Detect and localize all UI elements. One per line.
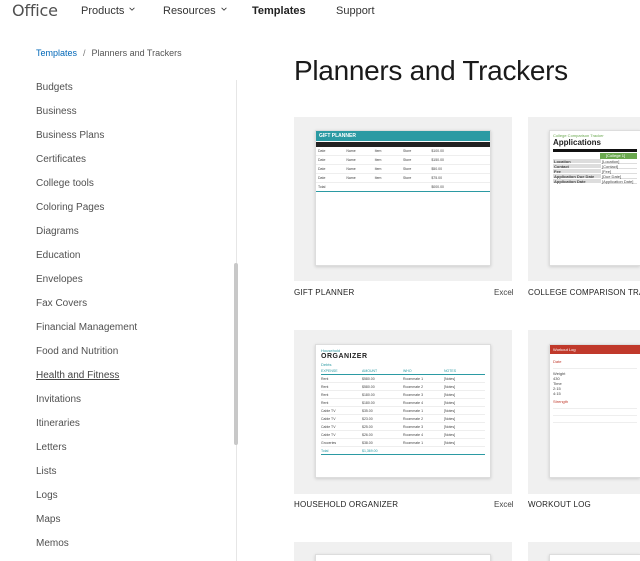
- sidebar-item-college-tools[interactable]: College tools: [36, 178, 94, 189]
- preview-section: Debts: [321, 362, 332, 367]
- table-row: Date Name Item Store $100.00: [316, 147, 490, 156]
- preview-column-header: EXPENSE AMOUNT WHO NOTES: [321, 367, 485, 375]
- table-total-row: Total $1,369.00: [321, 447, 485, 455]
- breadcrumb-templates-link[interactable]: Templates: [36, 48, 77, 58]
- template-thumbnail[interactable]: College Comparison Tracker Applications …: [528, 117, 640, 281]
- sidebar-item-budgets[interactable]: Budgets: [36, 82, 73, 93]
- sidebar-item-certificates[interactable]: Certificates: [36, 154, 86, 165]
- table-row: Date Name Item Store $75.00: [316, 174, 490, 183]
- table-row: Cable TV $25.00 Roommate 3 [Notes]: [321, 423, 485, 431]
- template-thumbnail[interactable]: Workout Log Date Weight 430 Time 2:15 4:…: [528, 330, 640, 494]
- sidebar-item-memos[interactable]: Memos: [36, 538, 69, 549]
- nav-products[interactable]: Products: [81, 5, 136, 17]
- preview-line: [553, 418, 637, 423]
- preview-line: [553, 411, 637, 416]
- template-preview: College Comparison Tracker Applications …: [549, 130, 640, 266]
- preview-subtitle: College Comparison Tracker: [553, 133, 604, 138]
- table-row: Rent $580.00 Roommate 2 [Notes]: [321, 383, 485, 391]
- preview-rule: [553, 149, 637, 152]
- sidebar-item-letters[interactable]: Letters: [36, 442, 67, 453]
- template-preview: Workout Log Date Weight 430 Time 2:15 4:…: [549, 344, 640, 478]
- preview-heading: Applications: [553, 138, 602, 147]
- template-card-title[interactable]: COLLEGE COMPARISON TRACK: [528, 288, 640, 297]
- template-card-app: Excel: [494, 500, 514, 509]
- preview-heading: GIFT PLANNER: [316, 131, 490, 141]
- table-row: Cable TV $35.00 Roommate 1 [Notes]: [321, 407, 485, 415]
- template-card-app: Excel: [494, 288, 514, 297]
- nav-support[interactable]: Support: [336, 5, 375, 17]
- sidebar-item-health-and-fitness[interactable]: Health and Fitness: [36, 370, 119, 381]
- sidebar-scrollbar-thumb[interactable]: [234, 263, 238, 445]
- template-preview: GIFT PLANNER Date Name Item Store $100.00 Da…: [315, 130, 491, 266]
- office-logo[interactable]: Office: [12, 1, 58, 20]
- sidebar-item-fax-covers[interactable]: Fax Covers: [36, 298, 87, 309]
- preview-line: [553, 364, 637, 369]
- template-thumbnail[interactable]: Household ORGANIZER Debts EXPENSE AMOUNT W…: [294, 330, 512, 494]
- table-row: Date Name Item Store $50.00: [316, 165, 490, 174]
- sidebar-item-invitations[interactable]: Invitations: [36, 394, 81, 405]
- preview-line: [553, 404, 637, 409]
- nav-resources-label: Resources: [163, 5, 216, 17]
- template-card-title[interactable]: GIFT PLANNER: [294, 288, 355, 297]
- sidebar-item-envelopes[interactable]: Envelopes: [36, 274, 83, 285]
- breadcrumb: Templates / Planners and Trackers: [36, 48, 182, 58]
- template-thumbnail-next[interactable]: [294, 542, 512, 561]
- page-title: Planners and Trackers: [294, 55, 568, 86]
- template-preview: [549, 554, 640, 561]
- template-preview: Household ORGANIZER Debts EXPENSE AMOUNT W…: [315, 344, 491, 478]
- sidebar-item-lists[interactable]: Lists: [36, 466, 57, 477]
- preview-heading: Workout Log: [550, 345, 640, 354]
- sidebar-item-coloring-pages[interactable]: Coloring Pages: [36, 202, 104, 213]
- preview-body: Date Weight 430 Time 2:15 4:15 Strength: [550, 354, 640, 427]
- sidebar-item-food-and-nutrition[interactable]: Food and Nutrition: [36, 346, 118, 357]
- template-thumbnail-next[interactable]: [528, 542, 640, 561]
- template-preview: [315, 554, 491, 561]
- sidebar-item-education[interactable]: Education: [36, 250, 80, 261]
- nav-products-label: Products: [81, 5, 125, 17]
- preview-heading: ORGANIZER: [321, 353, 368, 360]
- breadcrumb-separator: /: [83, 48, 86, 58]
- chevron-down-icon: [129, 7, 136, 11]
- table-row: Cable TV $26.00 Roommate 4 [Notes]: [321, 431, 485, 439]
- preview-subtitle: Household: [321, 348, 341, 353]
- sidebar-item-business[interactable]: Business: [36, 106, 77, 117]
- template-card-title[interactable]: WORKOUT LOG: [528, 500, 591, 509]
- table-row: Rent $580.00 Roommate 1 [Notes]: [321, 375, 485, 383]
- nav-templates[interactable]: Templates: [252, 5, 306, 17]
- table-row: Cable TV $23.00 Roommate 2 [Notes]: [321, 415, 485, 423]
- chevron-down-icon: [220, 7, 227, 11]
- sidebar-item-itineraries[interactable]: Itineraries: [36, 418, 80, 429]
- table-row: Rent $180.00 Roommate 3 [Notes]: [321, 391, 485, 399]
- breadcrumb-current: Planners and Trackers: [91, 48, 182, 58]
- table-row: Groceries $38.00 Roommate 1 [Notes]: [321, 439, 485, 447]
- template-thumbnail[interactable]: GIFT PLANNER Date Name Item Store $100.00 Da…: [294, 117, 512, 281]
- table-row: Application Date [Application Date]: [553, 179, 637, 184]
- preview-value: 4:15: [553, 391, 561, 396]
- sidebar-item-maps[interactable]: Maps: [36, 514, 60, 525]
- table-row: Rent $180.00 Roommate 4 [Notes]: [321, 399, 485, 407]
- table-total-row: Total $000.00: [316, 183, 490, 192]
- template-card-title[interactable]: HOUSEHOLD ORGANIZER: [294, 500, 398, 509]
- sidebar-item-financial-management[interactable]: Financial Management: [36, 322, 137, 333]
- sidebar-item-diagrams[interactable]: Diagrams: [36, 226, 79, 237]
- sidebar-item-logs[interactable]: Logs: [36, 490, 58, 501]
- top-navigation: Office Products Resources Templates Supp…: [0, 0, 640, 24]
- sidebar-item-business-plans[interactable]: Business Plans: [36, 130, 104, 141]
- table-row: Date Name Item Store $150.00: [316, 156, 490, 165]
- nav-resources[interactable]: Resources: [163, 5, 228, 17]
